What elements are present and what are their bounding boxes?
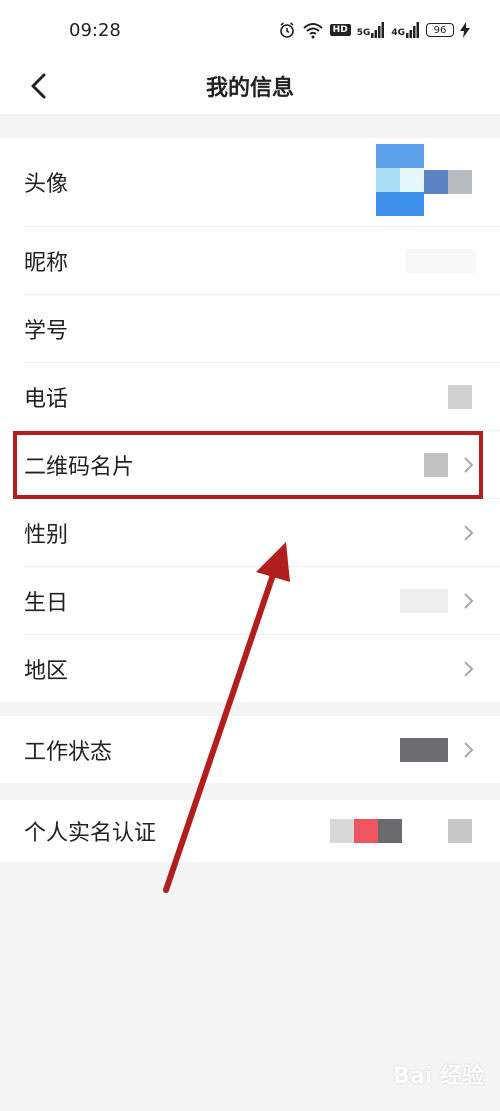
profile-section: 头像 昵称 学号 电话 二维码名片 性别 生日 地区 [0,138,500,702]
annotation-highlight-box [13,431,483,499]
row-label-nickname: 昵称 [24,250,69,276]
watermark: Bai 经验 [393,1064,484,1089]
row-avatar[interactable]: 头像 [24,138,500,227]
status-time: 09:28 [69,20,121,41]
row-label-gender: 性别 [24,522,69,548]
row-region[interactable]: 地区 [24,635,500,702]
charging-icon [460,22,470,38]
row-label-real-name-auth: 个人实名认证 [24,821,157,846]
row-label-student-id: 学号 [24,318,69,344]
row-student-id[interactable]: 学号 [24,295,500,363]
chevron-right-icon [464,592,474,609]
row-gender[interactable]: 性别 [24,499,500,567]
hd-badge: HD [329,24,351,36]
row-label-birthday: 生日 [24,590,69,616]
avatar[interactable] [376,144,472,216]
row-work-status[interactable]: 工作状态 [24,716,500,783]
signal-4g-icon: 4G [391,22,420,38]
row-birthday[interactable]: 生日 [24,567,500,635]
signal-5g-icon: 5G [357,22,386,38]
row-label-phone: 电话 [24,386,69,412]
chevron-right-icon [464,524,474,541]
phone-value [448,384,472,409]
birthday-value [400,588,448,613]
page-title: 我的信息 [205,76,294,101]
status-icons: HD 5G 4G 96 [278,21,470,39]
row-label-work-status: 工作状态 [24,739,113,765]
work-status-section: 工作状态 [0,716,500,783]
alarm-icon [279,22,294,38]
nav-bar: 我的信息 [0,58,500,114]
chevron-right-icon [464,741,474,758]
row-phone[interactable]: 电话 [24,363,500,431]
real-name-section: 个人实名认证 [0,800,500,862]
wifi-icon [303,23,323,39]
row-nickname[interactable]: 昵称 [24,227,500,295]
status-bar: 09:28 HD 5G 4G 96 [0,0,500,58]
real-name-icon [448,819,472,843]
chevron-right-icon [464,660,474,677]
battery-icon: 96 [426,23,454,37]
row-real-name-auth[interactable]: 个人实名认证 [24,800,500,862]
nickname-value [406,248,476,273]
row-label-avatar: 头像 [24,172,69,197]
work-status-value [400,737,448,762]
row-label-region: 地区 [24,658,69,684]
real-name-status-badge [330,819,402,843]
